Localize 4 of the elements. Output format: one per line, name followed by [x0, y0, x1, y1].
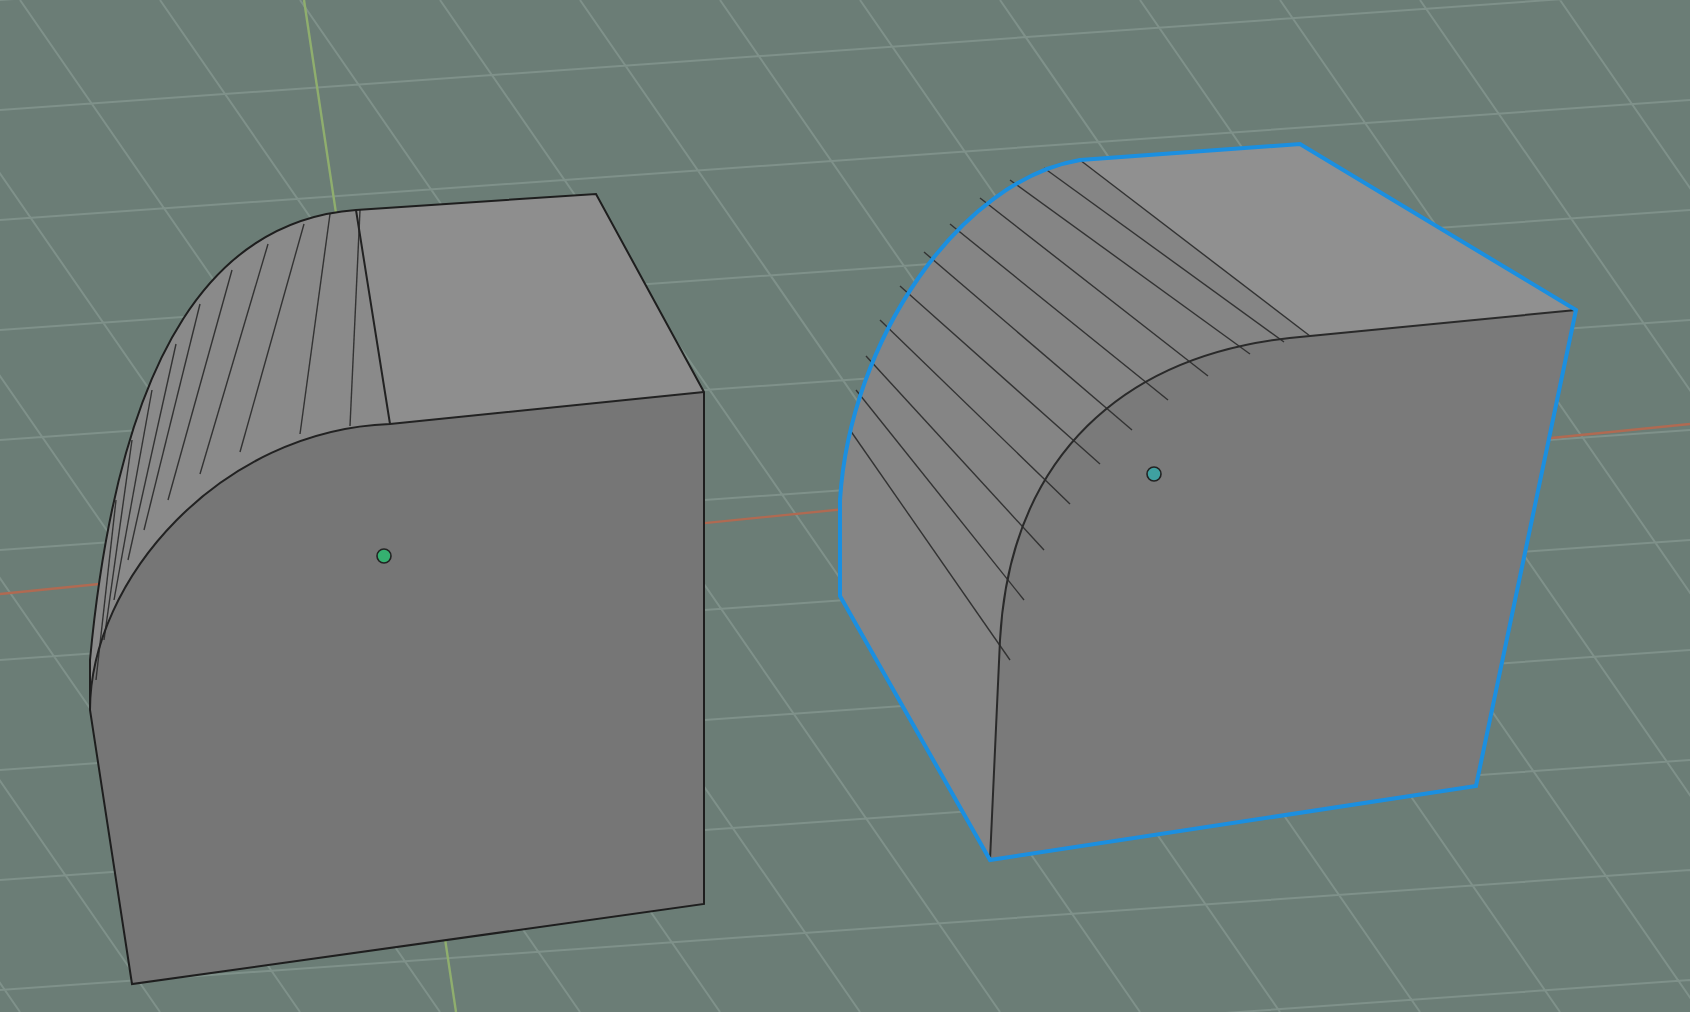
rounded-block-drawing[interactable]	[89, 193, 705, 985]
rounded-block-drawing[interactable]	[838, 142, 1578, 862]
origin-dot	[1146, 466, 1162, 482]
origin-dot	[376, 548, 392, 564]
